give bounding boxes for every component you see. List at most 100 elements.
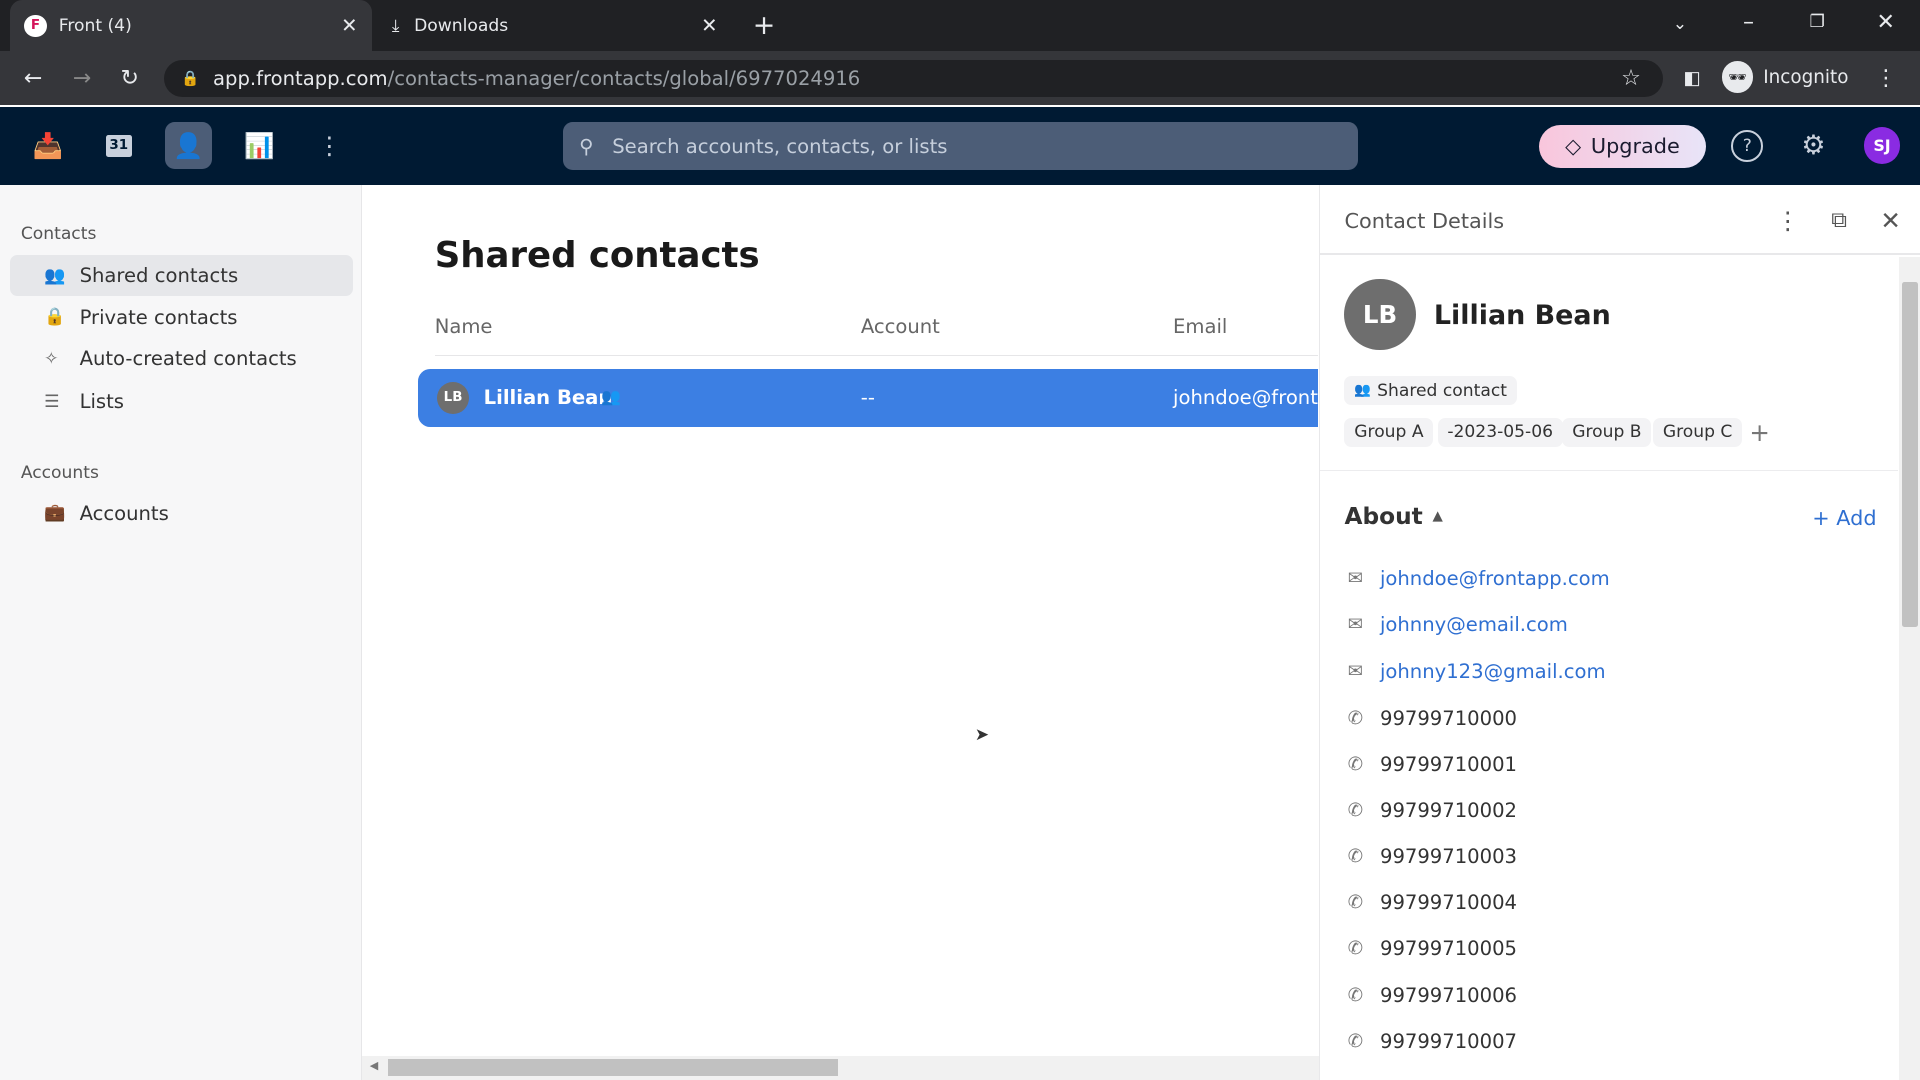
phone-item[interactable]: ✆ 99799710005 <box>1344 937 1517 960</box>
accounts-heading: Accounts <box>20 462 99 483</box>
calendar-day: 31 <box>105 134 132 157</box>
sparkle-icon: ✧ <box>44 348 59 369</box>
avatar: LB <box>437 382 469 414</box>
email-link[interactable]: johnny123@gmail.com <box>1380 660 1606 683</box>
phone-icon: ✆ <box>1347 846 1364 868</box>
incognito-badge[interactable]: 🕶 Incognito <box>1721 61 1849 94</box>
phone-item[interactable]: ✆ 99799710001 <box>1344 753 1517 776</box>
profile-label: Incognito <box>1763 66 1849 88</box>
email-item[interactable]: ✉ johnny123@gmail.com <box>1344 660 1606 683</box>
divider <box>434 355 1318 357</box>
tag-chip[interactable]: Group B <box>1562 417 1652 447</box>
horizontal-scrollbar[interactable]: ◀ <box>362 1055 1319 1080</box>
open-external-icon[interactable]: ⧉ <box>1824 206 1853 235</box>
avatar-initials: LB <box>443 390 463 406</box>
restore-button[interactable]: ❐ <box>1802 7 1831 36</box>
tab-front[interactable]: F Front (4) ✕ <box>9 0 373 52</box>
phone-item[interactable]: ✆ 99799710006 <box>1344 984 1517 1007</box>
tab-title: Downloads <box>414 15 509 36</box>
avatar-initials: SJ <box>1873 136 1891 156</box>
sidebar-item-private-contacts[interactable]: 🔒 Private contacts <box>10 296 353 338</box>
email-link[interactable]: johndoe@frontapp.com <box>1380 567 1610 590</box>
panel-title: Contact Details <box>1344 209 1505 234</box>
column-header-name[interactable]: Name <box>435 315 493 338</box>
url-field[interactable]: 🔒 app.frontapp.com/contacts-manager/cont… <box>164 60 1663 97</box>
sidebar-item-accounts[interactable]: 💼 Accounts <box>10 492 353 534</box>
badge-label: Shared contact <box>1377 380 1507 401</box>
tag-chip[interactable]: Group A <box>1344 417 1434 447</box>
phone-number: 99799710000 <box>1379 706 1518 730</box>
analytics-icon[interactable]: 📊 <box>236 122 283 169</box>
close-tab-icon[interactable]: ✕ <box>701 14 717 37</box>
panel-scrollbar[interactable] <box>1899 257 1920 1080</box>
help-icon[interactable]: ? <box>1731 129 1764 162</box>
user-avatar[interactable]: SJ <box>1863 127 1901 165</box>
bookmark-star-icon[interactable]: ☆ <box>1616 64 1645 93</box>
phone-item[interactable]: ✆ 99799710007 <box>1344 1030 1517 1053</box>
email-item[interactable]: ✉ johnny@email.com <box>1344 613 1568 636</box>
close-window-button[interactable]: ✕ <box>1871 7 1900 36</box>
scroll-left-icon[interactable]: ◀ <box>370 1059 378 1072</box>
sidebar-item-shared-contacts[interactable]: 👥 Shared contacts <box>9 254 353 297</box>
calendar-icon[interactable]: 31 <box>96 122 143 169</box>
minimize-button[interactable]: – <box>1734 7 1763 36</box>
contact-avatar: LB <box>1344 279 1416 351</box>
url-path: /contacts-manager/contacts/global/697702… <box>387 66 861 90</box>
phone-icon: ✆ <box>1347 938 1364 960</box>
add-field-button[interactable]: + Add <box>1812 506 1876 530</box>
browser-menu-icon[interactable]: ⋮ <box>1873 64 1897 93</box>
sidebar-item-lists[interactable]: ☰ Lists <box>10 381 353 423</box>
phone-number: 99799710001 <box>1379 752 1518 776</box>
front-logo-icon: F <box>24 14 47 37</box>
tag-chip[interactable]: Group C <box>1653 417 1743 447</box>
phone-icon: ✆ <box>1347 753 1364 775</box>
shared-contacts-icon: 👥 <box>44 265 66 286</box>
caret-up-icon: ▲ <box>1432 509 1443 525</box>
sidebar-item-auto-created-contacts[interactable]: ✧ Auto-created contacts <box>10 338 353 380</box>
url-host: app.frontapp.com <box>213 66 388 90</box>
column-header-account[interactable]: Account <box>861 315 940 338</box>
tab-search-icon[interactable]: ⌄ <box>1665 10 1694 39</box>
tag-chip[interactable]: -2023-05-06 <box>1437 417 1563 447</box>
back-button[interactable]: ← <box>17 64 49 93</box>
email-item[interactable]: ✉ johndoe@frontapp.com <box>1344 567 1610 590</box>
search-input[interactable]: ⚲ Search accounts, contacts, or lists <box>563 122 1358 171</box>
inbox-icon[interactable]: 📥 <box>24 122 71 169</box>
close-tab-icon[interactable]: ✕ <box>341 14 357 37</box>
scrollbar-thumb[interactable] <box>1901 281 1918 627</box>
envelope-icon: ✉ <box>1347 567 1364 589</box>
contact-account: -- <box>860 385 875 409</box>
add-tag-button[interactable]: + <box>1746 418 1773 447</box>
phone-item[interactable]: ✆ 99799710002 <box>1344 799 1517 822</box>
sidebar-item-label: Auto-created contacts <box>79 347 297 371</box>
close-panel-icon[interactable]: ✕ <box>1876 206 1905 235</box>
lock-icon: 🔒 <box>44 307 66 328</box>
phone-number: 99799710006 <box>1379 983 1518 1007</box>
about-section-toggle[interactable]: About ▲ <box>1344 503 1442 530</box>
more-icon[interactable]: ⋮ <box>306 122 353 169</box>
phone-item[interactable]: ✆ 99799710000 <box>1344 707 1517 730</box>
more-options-icon[interactable]: ⋮ <box>1776 206 1800 235</box>
phone-icon: ✆ <box>1347 707 1364 729</box>
contacts-heading: Contacts <box>20 224 97 245</box>
reload-button[interactable]: ↻ <box>114 64 146 93</box>
divider <box>1320 470 1898 472</box>
forward-button[interactable]: → <box>66 64 98 93</box>
side-panel-icon[interactable]: ◧ <box>1678 64 1707 93</box>
settings-gear-icon[interactable]: ⚙ <box>1798 130 1830 162</box>
briefcase-icon: 💼 <box>44 503 66 524</box>
phone-item[interactable]: ✆ 99799710004 <box>1344 891 1517 914</box>
tab-downloads[interactable]: ⤓ Downloads ✕ <box>392 0 718 51</box>
shared-contact-icon: 👥 <box>601 386 622 406</box>
contacts-icon[interactable]: 👤 <box>165 122 212 169</box>
new-tab-button[interactable]: + <box>749 10 778 42</box>
column-header-email[interactable]: Email <box>1173 315 1227 338</box>
phone-item[interactable]: ✆ 99799710003 <box>1344 845 1517 868</box>
table-row[interactable]: LB Lillian Bean 👥 -- johndoe@front <box>417 368 1318 428</box>
avatar-initials: LB <box>1362 300 1398 330</box>
download-icon: ⤓ <box>391 15 400 36</box>
email-link[interactable]: johnny@email.com <box>1380 613 1568 636</box>
scrollbar-thumb[interactable] <box>388 1059 838 1077</box>
page-title: Shared contacts <box>434 235 760 277</box>
upgrade-button[interactable]: ◇ Upgrade <box>1539 124 1706 168</box>
